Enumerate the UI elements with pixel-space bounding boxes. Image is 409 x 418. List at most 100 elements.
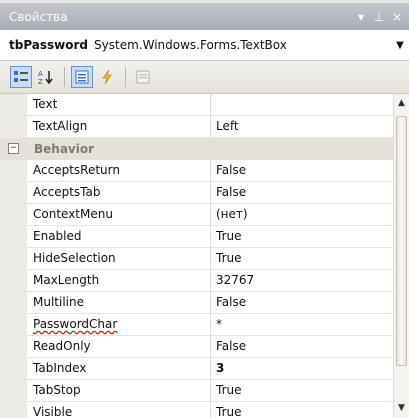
categorized-button[interactable] [10, 66, 32, 88]
property-value[interactable]: (нет) [216, 204, 248, 225]
column-divider[interactable] [210, 116, 211, 138]
close-icon[interactable]: × [391, 10, 403, 24]
row-gutter [0, 226, 27, 248]
property-name: AcceptsReturn [33, 163, 120, 177]
property-row[interactable]: TabIndex 3 [0, 358, 393, 380]
property-row[interactable]: Text [0, 94, 393, 116]
collapse-icon[interactable]: − [8, 143, 19, 154]
row-gutter [0, 116, 27, 138]
object-type: System.Windows.Forms.TextBox [94, 38, 287, 52]
property-row[interactable]: TabStop True [0, 380, 393, 402]
svg-text:A: A [38, 70, 43, 78]
category-row[interactable]: − Behavior [0, 138, 393, 160]
column-divider[interactable] [210, 270, 211, 292]
property-pages-button[interactable] [132, 66, 154, 88]
row-gutter [0, 160, 27, 182]
property-row[interactable]: Multiline False [0, 292, 393, 314]
property-name: MaxLength [33, 273, 100, 287]
chevron-down-icon[interactable]: ▼ [393, 40, 407, 51]
property-name: TabStop [33, 383, 81, 397]
row-gutter [0, 380, 27, 402]
panel-titlebar: Свойства ▾ ⊥ × [0, 3, 409, 30]
property-name: HideSelection [33, 251, 116, 265]
property-row[interactable]: HideSelection True [0, 248, 393, 270]
object-selector[interactable]: tbPassword System.Windows.Forms.TextBox … [0, 30, 409, 61]
row-gutter [0, 182, 27, 204]
scroll-down-icon[interactable]: ▼ [394, 401, 409, 416]
property-name: ContextMenu [33, 207, 113, 221]
property-value[interactable]: False [216, 160, 246, 181]
property-name: Visible [33, 405, 73, 418]
column-divider[interactable] [210, 248, 211, 270]
dropdown-icon[interactable]: ▾ [355, 10, 367, 24]
categorized-icon [14, 71, 28, 82]
row-gutter [0, 270, 27, 292]
column-divider[interactable] [210, 314, 211, 336]
property-name: PasswordChar [33, 317, 118, 331]
property-name: TabIndex [33, 361, 87, 375]
row-gutter [0, 204, 27, 226]
column-divider[interactable] [210, 358, 211, 380]
vertical-scrollbar[interactable]: ▲ ▼ [393, 94, 409, 418]
property-value[interactable]: * [216, 314, 222, 335]
property-value[interactable]: True [216, 248, 242, 269]
panel-title: Свойства [9, 9, 68, 24]
property-name: AcceptsTab [33, 185, 101, 199]
property-row[interactable]: MaxLength 32767 [0, 270, 393, 292]
property-value[interactable]: 32767 [216, 270, 254, 291]
column-divider[interactable] [210, 380, 211, 402]
toolbar-separator [64, 67, 65, 87]
column-divider[interactable] [210, 94, 211, 116]
events-button[interactable] [96, 66, 118, 88]
property-row[interactable]: Enabled True [0, 226, 393, 248]
property-value[interactable]: Left [216, 116, 239, 137]
property-value[interactable]: 3 [216, 358, 224, 379]
column-divider[interactable] [210, 336, 211, 358]
property-value[interactable]: False [216, 182, 246, 203]
column-divider[interactable] [210, 402, 211, 418]
property-value[interactable]: False [216, 336, 246, 357]
svg-text:Z: Z [38, 78, 43, 85]
property-name: TextAlign [33, 119, 88, 133]
scroll-thumb[interactable] [396, 116, 407, 366]
alphabetical-button[interactable]: A Z [35, 66, 57, 88]
property-row[interactable]: AcceptsReturn False [0, 160, 393, 182]
lightning-icon [102, 69, 112, 85]
property-value[interactable]: True [216, 402, 242, 418]
property-toolbar: A Z [0, 61, 409, 94]
row-gutter [0, 358, 27, 380]
column-divider[interactable] [210, 204, 211, 226]
property-row[interactable]: ReadOnly False [0, 336, 393, 358]
property-row[interactable]: TextAlign Left [0, 116, 393, 138]
column-divider[interactable] [210, 226, 211, 248]
object-name: tbPassword [9, 38, 89, 52]
property-value[interactable]: True [216, 380, 242, 401]
row-gutter [0, 402, 27, 418]
row-gutter [0, 336, 27, 358]
property-value[interactable]: True [216, 226, 242, 247]
property-row[interactable]: PasswordChar * [0, 314, 393, 336]
row-gutter [0, 248, 27, 270]
column-divider[interactable] [210, 292, 211, 314]
sort-alpha-icon: A Z [38, 70, 53, 85]
row-gutter [0, 314, 27, 336]
property-name: Text [33, 97, 58, 111]
property-row[interactable]: ContextMenu (нет) [0, 204, 393, 226]
property-grid: Text TextAlign Left − Behavior AcceptsReturn F… [0, 94, 393, 418]
property-pages-icon [136, 70, 150, 84]
row-gutter [0, 94, 27, 116]
properties-button[interactable] [71, 66, 93, 88]
column-divider[interactable] [210, 160, 211, 182]
toolbar-separator-2 [125, 67, 126, 87]
property-value[interactable]: False [216, 292, 246, 313]
property-row[interactable]: AcceptsTab False [0, 182, 393, 204]
property-row[interactable]: Visible True [0, 402, 393, 418]
property-name: Multiline [33, 295, 84, 309]
property-name: Enabled [33, 229, 82, 243]
column-divider[interactable] [210, 182, 211, 204]
category-label: Behavior [34, 142, 95, 156]
properties-icon [75, 70, 89, 84]
scroll-up-icon[interactable]: ▲ [394, 96, 409, 111]
pin-icon[interactable]: ⊥ [373, 10, 385, 24]
row-gutter [0, 292, 27, 314]
